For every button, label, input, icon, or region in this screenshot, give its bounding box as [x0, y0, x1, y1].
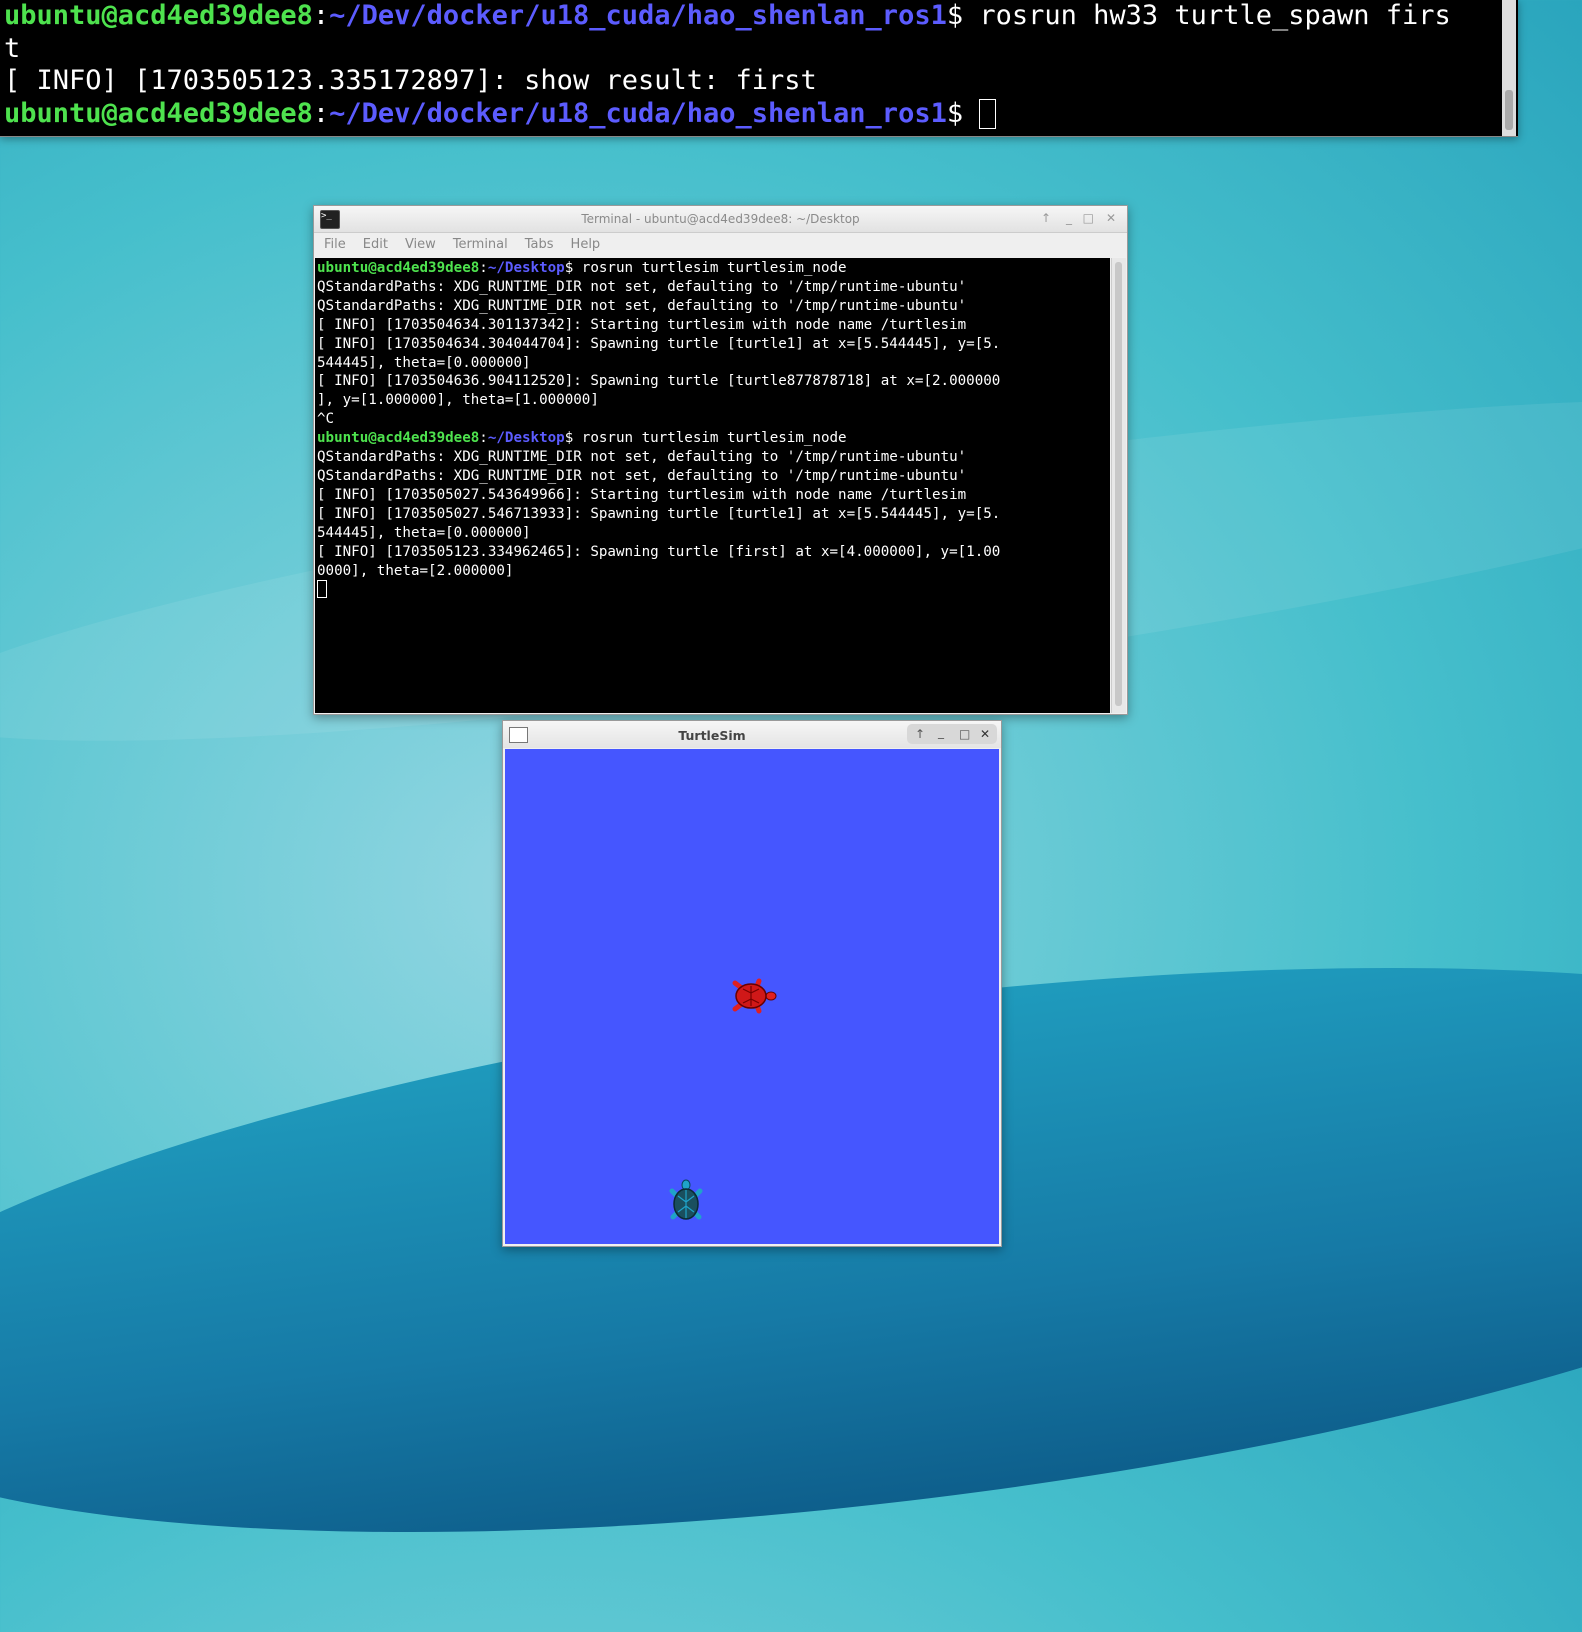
terminal-cursor [317, 580, 327, 599]
terminal-scrollbar[interactable] [1111, 258, 1126, 713]
window-up-icon[interactable]: ↑ [915, 727, 925, 741]
terminal-titlebar[interactable]: >_ Terminal - ubuntu@acd4ed39dee8: ~/Des… [314, 206, 1127, 233]
window-minimize-button[interactable]: _ [938, 725, 944, 739]
window-controls: ↑ _ □ ✕ [907, 724, 997, 744]
window-up-icon[interactable]: ↑ [1041, 211, 1051, 225]
terminal-output: ubuntu@acd4ed39dee8:~/Desktop$ rosrun tu… [315, 258, 1110, 599]
terminal-body[interactable]: ubuntu@acd4ed39dee8:~/Desktop$ rosrun tu… [315, 258, 1110, 713]
menu-tabs[interactable]: Tabs [525, 237, 554, 252]
menu-help[interactable]: Help [571, 237, 601, 252]
window-close-button[interactable]: ✕ [1106, 211, 1116, 225]
menu-edit[interactable]: Edit [363, 237, 388, 252]
turtlesim-window[interactable]: TurtleSim ↑ _ □ ✕ [502, 720, 1002, 1247]
turtle-blue-icon [669, 1179, 703, 1220]
desktop-terminal-window[interactable]: >_ Terminal - ubuntu@acd4ed39dee8: ~/Des… [313, 205, 1128, 715]
scrollbar-thumb[interactable] [1505, 90, 1513, 130]
window-maximize-button[interactable]: □ [1083, 211, 1094, 225]
menu-view[interactable]: View [405, 237, 436, 252]
window-maximize-button[interactable]: □ [959, 727, 970, 741]
turtlesim-canvas[interactable] [505, 749, 999, 1244]
window-minimize-button[interactable]: _ [1066, 211, 1072, 225]
terminal-cursor [979, 99, 997, 129]
terminal-title: Terminal - ubuntu@acd4ed39dee8: ~/Deskto… [581, 212, 860, 226]
menu-terminal[interactable]: Terminal [453, 237, 508, 252]
scrollbar-thumb[interactable] [1115, 262, 1122, 706]
menu-file[interactable]: File [324, 237, 346, 252]
top-terminal-scrollbar[interactable] [1502, 0, 1516, 136]
top-terminal-window[interactable]: ubuntu@acd4ed39dee8:~/Dev/docker/u18_cud… [0, 0, 1518, 137]
top-terminal-output: ubuntu@acd4ed39dee8:~/Dev/docker/u18_cud… [4, 0, 1451, 129]
window-close-button[interactable]: ✕ [980, 727, 990, 741]
turtle-red-icon [732, 978, 777, 1014]
terminal-menubar: File Edit View Terminal Tabs Help [314, 233, 1127, 257]
turtlesim-title: TurtleSim [678, 728, 746, 743]
turtlesim-titlebar[interactable]: TurtleSim ↑ _ □ ✕ [503, 721, 1001, 748]
